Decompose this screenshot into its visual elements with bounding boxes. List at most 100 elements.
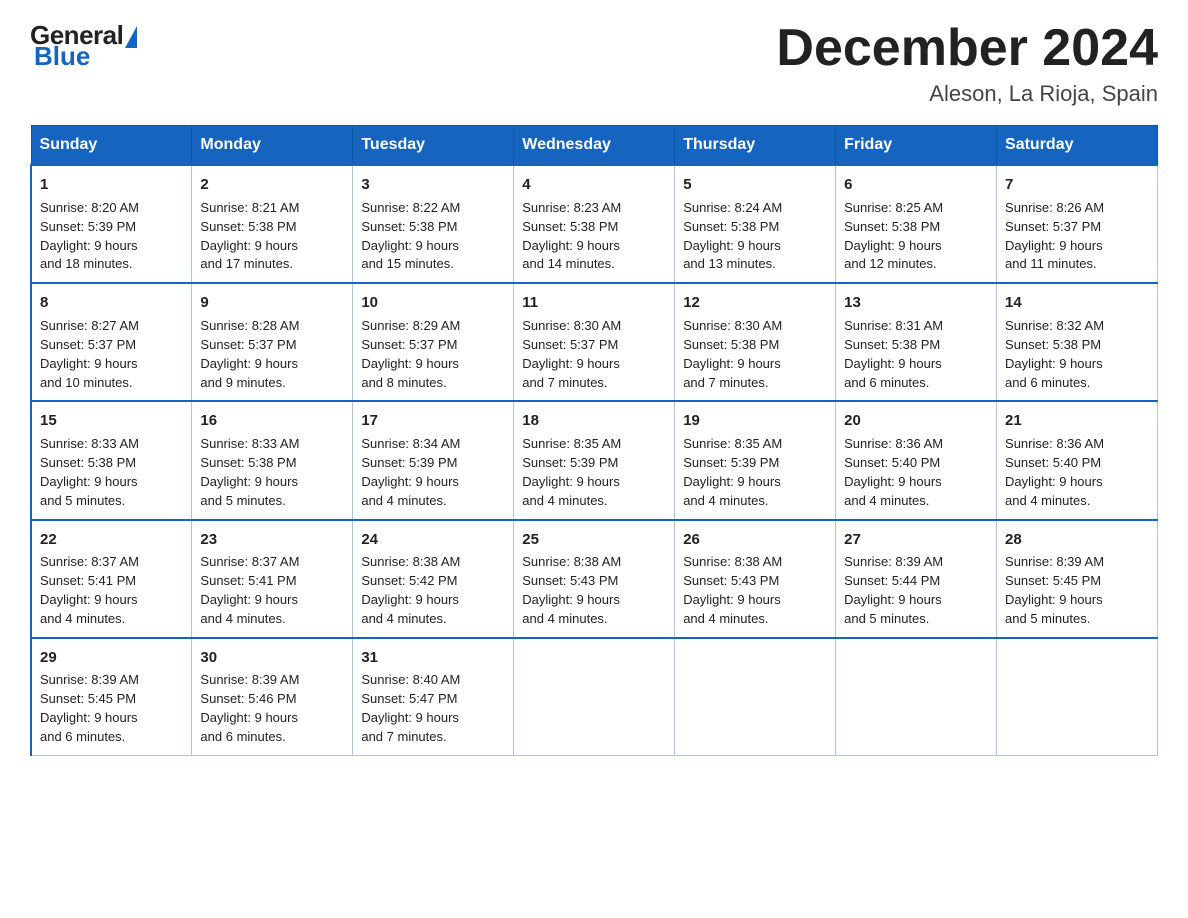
- calendar-cell: 23 Sunrise: 8:37 AMSunset: 5:41 PMDayligh…: [192, 520, 353, 638]
- calendar-week-row: 8 Sunrise: 8:27 AMSunset: 5:37 PMDaylight…: [31, 283, 1158, 401]
- day-info: Sunrise: 8:27 AMSunset: 5:37 PMDaylight:…: [40, 318, 139, 390]
- day-info: Sunrise: 8:33 AMSunset: 5:38 PMDaylight:…: [200, 436, 299, 508]
- day-info: Sunrise: 8:37 AMSunset: 5:41 PMDaylight:…: [200, 554, 299, 626]
- calendar-cell: 26 Sunrise: 8:38 AMSunset: 5:43 PMDayligh…: [675, 520, 836, 638]
- day-number: 17: [361, 410, 505, 432]
- day-number: 26: [683, 529, 827, 551]
- calendar-cell: 24 Sunrise: 8:38 AMSunset: 5:42 PMDayligh…: [353, 520, 514, 638]
- logo: General Blue: [30, 20, 137, 72]
- day-info: Sunrise: 8:38 AMSunset: 5:43 PMDaylight:…: [522, 554, 621, 626]
- day-number: 15: [40, 410, 183, 432]
- day-info: Sunrise: 8:38 AMSunset: 5:42 PMDaylight:…: [361, 554, 460, 626]
- logo-blue-text: Blue: [34, 41, 90, 72]
- calendar-cell: 28Sunrise: 8:39 AMSunset: 5:45 PMDayligh…: [997, 520, 1158, 638]
- column-header-monday: Monday: [192, 126, 353, 166]
- day-number: 29: [40, 647, 183, 669]
- calendar-cell: 13 Sunrise: 8:31 AMSunset: 5:38 PMDayligh…: [836, 283, 997, 401]
- calendar-week-row: 15 Sunrise: 8:33 AMSunset: 5:38 PMDayligh…: [31, 401, 1158, 519]
- calendar-cell: 20 Sunrise: 8:36 AMSunset: 5:40 PMDayligh…: [836, 401, 997, 519]
- calendar-cell: 1 Sunrise: 8:20 AMSunset: 5:39 PMDaylight…: [31, 165, 192, 283]
- calendar-cell: 22 Sunrise: 8:37 AMSunset: 5:41 PMDayligh…: [31, 520, 192, 638]
- column-header-wednesday: Wednesday: [514, 126, 675, 166]
- day-info: Sunrise: 8:35 AMSunset: 5:39 PMDaylight:…: [522, 436, 621, 508]
- calendar-cell: [836, 638, 997, 756]
- day-number: 1: [40, 174, 183, 196]
- day-info: Sunrise: 8:39 AMSunset: 5:45 PMDaylight:…: [1005, 554, 1104, 626]
- calendar-cell: [675, 638, 836, 756]
- day-number: 18: [522, 410, 666, 432]
- day-number: 3: [361, 174, 505, 196]
- calendar-cell: 8 Sunrise: 8:27 AMSunset: 5:37 PMDaylight…: [31, 283, 192, 401]
- calendar-cell: 17 Sunrise: 8:34 AMSunset: 5:39 PMDayligh…: [353, 401, 514, 519]
- page-header: General Blue December 2024 Aleson, La Ri…: [30, 20, 1158, 107]
- day-number: 27: [844, 529, 988, 551]
- day-info: Sunrise: 8:25 AMSunset: 5:38 PMDaylight:…: [844, 200, 943, 272]
- day-info: Sunrise: 8:38 AMSunset: 5:43 PMDaylight:…: [683, 554, 782, 626]
- column-header-sunday: Sunday: [31, 126, 192, 166]
- calendar-table: SundayMondayTuesdayWednesdayThursdayFrid…: [30, 125, 1158, 756]
- day-number: 9: [200, 292, 344, 314]
- day-number: 24: [361, 529, 505, 551]
- day-number: 16: [200, 410, 344, 432]
- column-header-friday: Friday: [836, 126, 997, 166]
- day-number: 20: [844, 410, 988, 432]
- day-info: Sunrise: 8:30 AMSunset: 5:37 PMDaylight:…: [522, 318, 621, 390]
- day-number: 23: [200, 529, 344, 551]
- calendar-header-row: SundayMondayTuesdayWednesdayThursdayFrid…: [31, 126, 1158, 166]
- day-number: 12: [683, 292, 827, 314]
- calendar-cell: [514, 638, 675, 756]
- day-info: Sunrise: 8:33 AMSunset: 5:38 PMDaylight:…: [40, 436, 139, 508]
- day-number: 31: [361, 647, 505, 669]
- day-info: Sunrise: 8:37 AMSunset: 5:41 PMDaylight:…: [40, 554, 139, 626]
- day-info: Sunrise: 8:34 AMSunset: 5:39 PMDaylight:…: [361, 436, 460, 508]
- day-number: 13: [844, 292, 988, 314]
- day-info: Sunrise: 8:40 AMSunset: 5:47 PMDaylight:…: [361, 672, 460, 744]
- calendar-week-row: 29 Sunrise: 8:39 AMSunset: 5:45 PMDayligh…: [31, 638, 1158, 756]
- day-info: Sunrise: 8:36 AMSunset: 5:40 PMDaylight:…: [844, 436, 943, 508]
- calendar-week-row: 1 Sunrise: 8:20 AMSunset: 5:39 PMDaylight…: [31, 165, 1158, 283]
- calendar-cell: 18 Sunrise: 8:35 AMSunset: 5:39 PMDayligh…: [514, 401, 675, 519]
- month-title: December 2024: [776, 20, 1158, 77]
- day-info: Sunrise: 8:21 AMSunset: 5:38 PMDaylight:…: [200, 200, 299, 272]
- calendar-cell: 11Sunrise: 8:30 AMSunset: 5:37 PMDayligh…: [514, 283, 675, 401]
- day-number: 4: [522, 174, 666, 196]
- day-number: 30: [200, 647, 344, 669]
- day-number: 25: [522, 529, 666, 551]
- day-info: Sunrise: 8:26 AMSunset: 5:37 PMDaylight:…: [1005, 200, 1104, 272]
- day-info: Sunrise: 8:35 AMSunset: 5:39 PMDaylight:…: [683, 436, 782, 508]
- calendar-cell: 16 Sunrise: 8:33 AMSunset: 5:38 PMDayligh…: [192, 401, 353, 519]
- calendar-cell: 15 Sunrise: 8:33 AMSunset: 5:38 PMDayligh…: [31, 401, 192, 519]
- logo-triangle-icon: [125, 26, 137, 48]
- day-info: Sunrise: 8:30 AMSunset: 5:38 PMDaylight:…: [683, 318, 782, 390]
- calendar-cell: 4 Sunrise: 8:23 AMSunset: 5:38 PMDaylight…: [514, 165, 675, 283]
- calendar-cell: 31 Sunrise: 8:40 AMSunset: 5:47 PMDayligh…: [353, 638, 514, 756]
- day-info: Sunrise: 8:20 AMSunset: 5:39 PMDaylight:…: [40, 200, 139, 272]
- day-number: 22: [40, 529, 183, 551]
- day-info: Sunrise: 8:39 AMSunset: 5:45 PMDaylight:…: [40, 672, 139, 744]
- column-header-thursday: Thursday: [675, 126, 836, 166]
- calendar-cell: [997, 638, 1158, 756]
- day-info: Sunrise: 8:28 AMSunset: 5:37 PMDaylight:…: [200, 318, 299, 390]
- calendar-cell: 3 Sunrise: 8:22 AMSunset: 5:38 PMDaylight…: [353, 165, 514, 283]
- day-number: 8: [40, 292, 183, 314]
- day-info: Sunrise: 8:31 AMSunset: 5:38 PMDaylight:…: [844, 318, 943, 390]
- location: Aleson, La Rioja, Spain: [776, 81, 1158, 107]
- day-info: Sunrise: 8:32 AMSunset: 5:38 PMDaylight:…: [1005, 318, 1104, 390]
- calendar-cell: 25 Sunrise: 8:38 AMSunset: 5:43 PMDayligh…: [514, 520, 675, 638]
- day-number: 19: [683, 410, 827, 432]
- calendar-cell: 10 Sunrise: 8:29 AMSunset: 5:37 PMDayligh…: [353, 283, 514, 401]
- day-number: 2: [200, 174, 344, 196]
- day-number: 10: [361, 292, 505, 314]
- calendar-week-row: 22 Sunrise: 8:37 AMSunset: 5:41 PMDayligh…: [31, 520, 1158, 638]
- day-number: 5: [683, 174, 827, 196]
- day-info: Sunrise: 8:36 AMSunset: 5:40 PMDaylight:…: [1005, 436, 1104, 508]
- calendar-cell: 21Sunrise: 8:36 AMSunset: 5:40 PMDayligh…: [997, 401, 1158, 519]
- calendar-cell: 19 Sunrise: 8:35 AMSunset: 5:39 PMDayligh…: [675, 401, 836, 519]
- day-info: Sunrise: 8:24 AMSunset: 5:38 PMDaylight:…: [683, 200, 782, 272]
- day-info: Sunrise: 8:22 AMSunset: 5:38 PMDaylight:…: [361, 200, 460, 272]
- calendar-cell: 12 Sunrise: 8:30 AMSunset: 5:38 PMDayligh…: [675, 283, 836, 401]
- day-info: Sunrise: 8:29 AMSunset: 5:37 PMDaylight:…: [361, 318, 460, 390]
- title-section: December 2024 Aleson, La Rioja, Spain: [776, 20, 1158, 107]
- calendar-cell: 9 Sunrise: 8:28 AMSunset: 5:37 PMDaylight…: [192, 283, 353, 401]
- day-info: Sunrise: 8:23 AMSunset: 5:38 PMDaylight:…: [522, 200, 621, 272]
